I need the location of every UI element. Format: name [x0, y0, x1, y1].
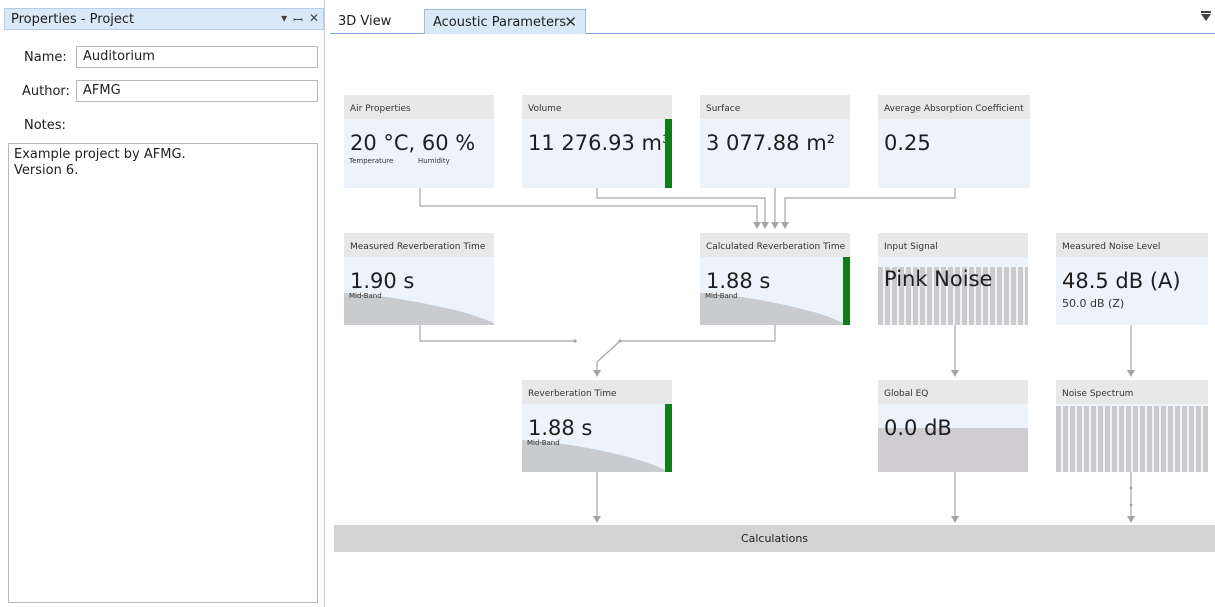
app-window: Properties - Project ▾ ꟷ ✕ Name: Auditor… — [0, 0, 1215, 607]
block-value: Pink Noise — [884, 267, 993, 291]
mid-band-caption: Mid-Band — [527, 439, 560, 447]
input-signal-block[interactable]: Input Signal Pink Noise — [878, 233, 1028, 325]
mid-band-caption: Mid-Band — [705, 292, 738, 300]
block-title: Global EQ — [878, 380, 1028, 404]
status-indicator — [665, 404, 672, 472]
block-value: 20 °C, 60 % — [350, 131, 476, 155]
calculations-block[interactable]: Calculations — [334, 525, 1215, 552]
volume-block[interactable]: Volume 11 276.93 m³ — [522, 95, 672, 188]
block-title: Air Properties — [344, 95, 494, 119]
reverb-time-block[interactable]: Reverberation Time 1.88 s Mid-Band — [522, 380, 672, 472]
status-indicator — [843, 257, 850, 325]
noise-spectrum-block[interactable]: Noise Spectrum — [1056, 380, 1208, 472]
block-title: Measured Noise Level — [1056, 233, 1208, 257]
block-value: 1.90 s — [350, 269, 415, 293]
block-title: Reverberation Time — [522, 380, 672, 404]
block-value: 1.88 s — [528, 416, 593, 440]
spectrum-stripes — [1056, 406, 1208, 472]
block-title: Surface — [700, 95, 850, 119]
block-title: Noise Spectrum — [1056, 380, 1208, 404]
z-weighted-level: 50.0 dB (Z) — [1062, 297, 1125, 310]
block-title: Average Absorption Coefficient — [878, 95, 1030, 119]
humidity-caption: Humidity — [418, 157, 450, 165]
status-indicator — [665, 119, 672, 188]
block-value: 1.88 s — [706, 269, 771, 293]
block-title: Calculated Reverberation Time — [700, 233, 850, 257]
block-value: 0.0 dB — [884, 416, 952, 440]
block-title: Measured Reverberation Time — [344, 233, 494, 257]
global-eq-block[interactable]: Global EQ 0.0 dB — [878, 380, 1028, 472]
connector-lines — [419, 188, 1135, 523]
block-value: 11 276.93 m³ — [528, 131, 671, 155]
temperature-caption: Temperature — [349, 157, 394, 165]
absorption-block[interactable]: Average Absorption Coefficient 0.25 — [878, 95, 1030, 188]
block-value: 3 077.88 m² — [706, 131, 836, 155]
measured-reverb-block[interactable]: Measured Reverberation Time 1.90 s Mid-B… — [344, 233, 494, 325]
block-title: Volume — [522, 95, 672, 119]
block-value: 48.5 dB (A) — [1062, 269, 1181, 293]
mid-band-caption: Mid-Band — [349, 292, 382, 300]
surface-block[interactable]: Surface 3 077.88 m² — [700, 95, 850, 188]
air-properties-block[interactable]: Air Properties 20 °C, 60 % Temperature H… — [344, 95, 494, 188]
calculated-reverb-block[interactable]: Calculated Reverberation Time 1.88 s Mid… — [700, 233, 850, 325]
noise-level-block[interactable]: Measured Noise Level 48.5 dB (A) 50.0 dB… — [1056, 233, 1208, 325]
block-value: 0.25 — [884, 131, 931, 155]
block-title: Input Signal — [878, 233, 1028, 257]
